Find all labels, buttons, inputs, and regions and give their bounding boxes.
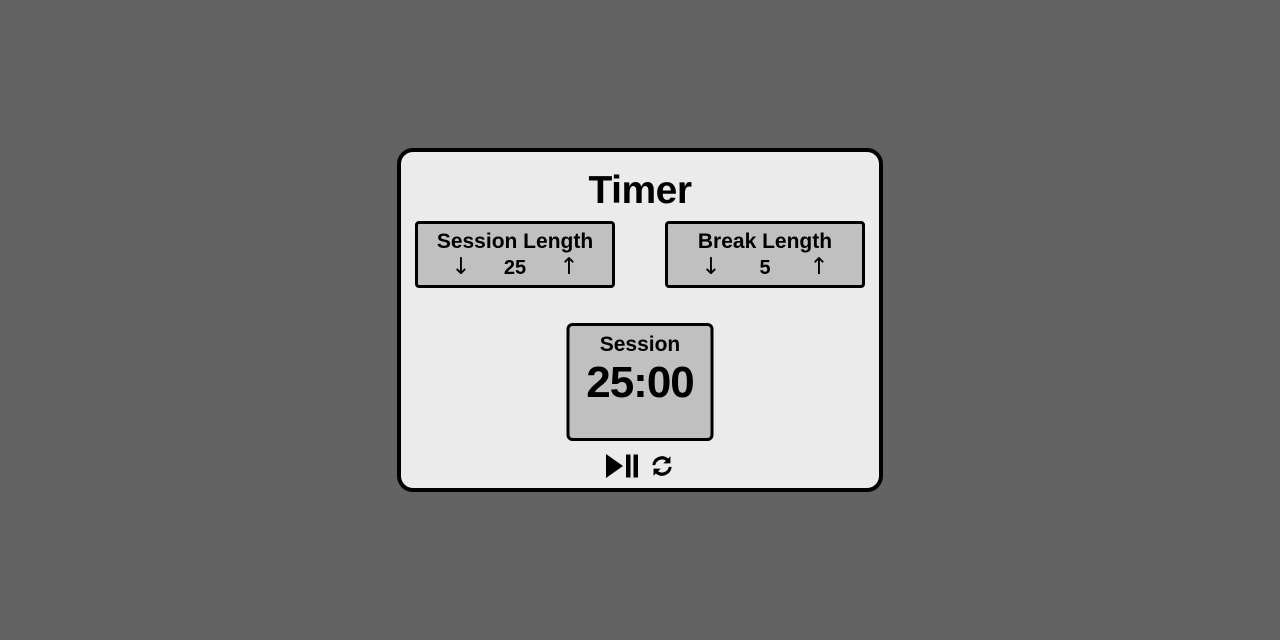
timer-countdown-value: 25:00 <box>586 358 695 408</box>
page-title: Timer <box>588 169 693 212</box>
timer-phase-label: Session <box>599 333 681 356</box>
timer-controls-row <box>401 453 879 479</box>
session-increment-button[interactable]: ↑ <box>543 256 595 279</box>
timer-app-panel: Timer Session Length ↓ 25 ↑ Break Length… <box>397 148 883 492</box>
session-length-controls: ↓ 25 ↑ <box>424 256 606 279</box>
play-pause-icon <box>605 453 639 479</box>
timer-display-box: Session 25:00 <box>566 323 714 441</box>
length-settings-row: Session Length ↓ 25 ↑ Break Length ↓ 5 ↑ <box>401 221 879 289</box>
session-length-label: Session Length <box>436 230 594 253</box>
play-pause-button[interactable] <box>605 453 639 479</box>
break-length-value: 5 <box>759 256 771 279</box>
session-length-box: Session Length ↓ 25 ↑ <box>415 221 615 289</box>
reset-button[interactable] <box>649 453 675 479</box>
refresh-icon <box>649 453 675 479</box>
break-length-box: Break Length ↓ 5 ↑ <box>665 221 865 289</box>
break-increment-button[interactable]: ↑ <box>793 256 845 279</box>
session-length-value: 25 <box>503 256 527 279</box>
break-length-controls: ↓ 5 ↑ <box>674 256 856 279</box>
break-decrement-button[interactable]: ↓ <box>685 256 737 279</box>
break-length-label: Break Length <box>697 230 833 253</box>
session-decrement-button[interactable]: ↓ <box>435 256 487 279</box>
